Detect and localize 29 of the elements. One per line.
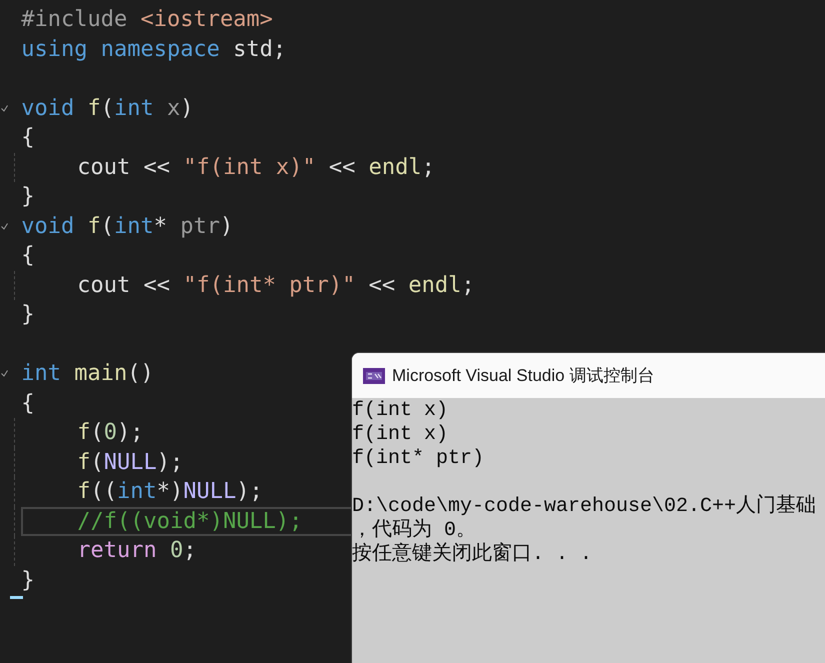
collapse-icon[interactable]	[1, 222, 8, 230]
console-output-line: 按任意键关闭此窗口. . .	[352, 543, 592, 567]
console-output-line: ，代码为 0。	[352, 519, 476, 542]
code-line: }	[21, 302, 34, 327]
code-line: cout << "f(int x)" << endl;	[77, 154, 435, 180]
code-line: f((int*)NULL);	[77, 479, 263, 504]
code-line: #include <iostream>	[21, 7, 273, 32]
console-icon	[363, 368, 385, 384]
code-line: //f((void*)NULL);	[77, 508, 302, 534]
code-line: return 0;	[77, 538, 196, 563]
collapse-icon[interactable]	[1, 370, 8, 377]
collapse-icon[interactable]	[1, 104, 8, 112]
code-line: void f(int x)	[21, 96, 194, 120]
code-line: {	[21, 390, 34, 416]
console-output-line: f(int x)	[352, 423, 448, 447]
code-line: cout << "f(int* ptr)" << endl;	[77, 272, 475, 298]
console-output-line: f(int* ptr)	[352, 447, 484, 471]
code-line: {	[21, 125, 34, 150]
window-title: Microsoft Visual Studio 调试控制台	[392, 365, 654, 387]
console-output-line: f(int x)	[352, 399, 448, 423]
code-line: void f(int* ptr)	[21, 214, 234, 238]
code-line: {	[21, 243, 34, 268]
code-line: }	[21, 184, 34, 209]
console-output-line: D:\code\my-code-warehouse\02.C++人门基础	[352, 495, 816, 518]
code-line: }	[21, 568, 34, 592]
code-line: using namespace std;	[21, 36, 286, 62]
code-line: f(0);	[77, 420, 144, 445]
code-line: f(NULL);	[77, 450, 184, 474]
code-line: int main()	[21, 361, 154, 386]
